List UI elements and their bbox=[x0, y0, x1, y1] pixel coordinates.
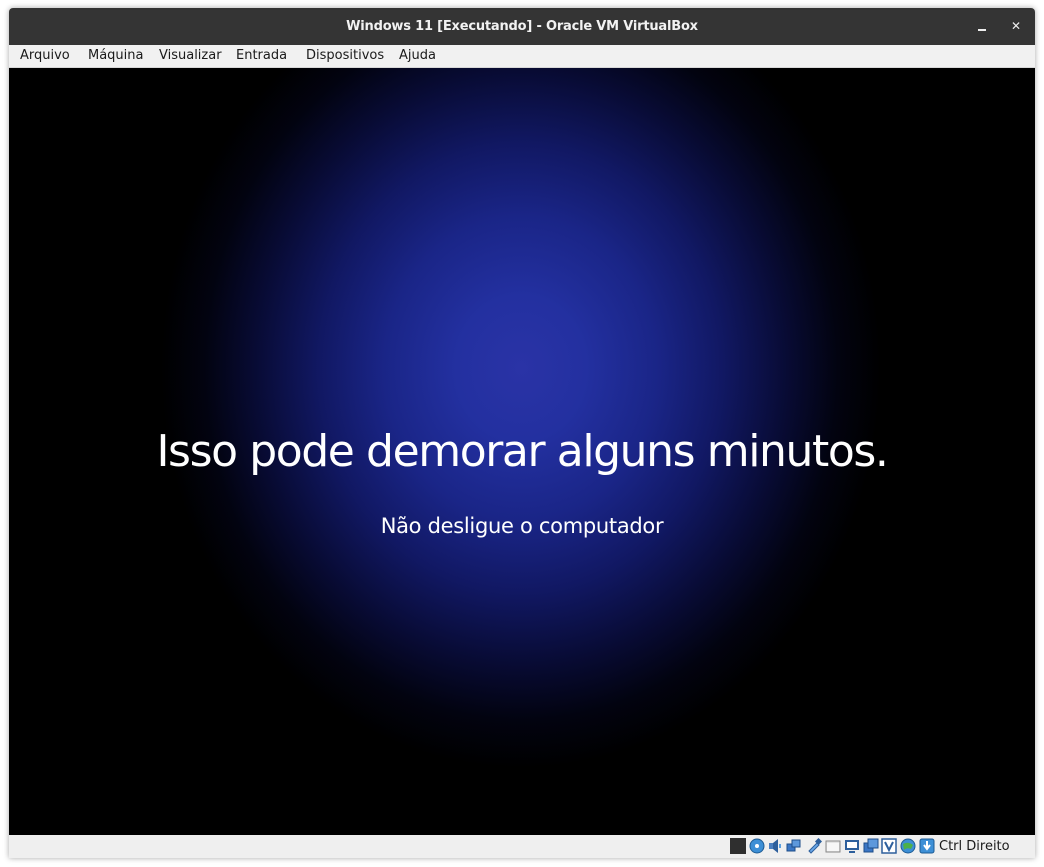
download-indicator-icon[interactable] bbox=[919, 838, 935, 854]
status-bar: Ctrl Direito bbox=[9, 835, 1035, 858]
menu-arquivo[interactable]: Arquivo bbox=[20, 45, 70, 67]
audio-icon[interactable] bbox=[767, 838, 783, 854]
close-button[interactable]: ✕ bbox=[1006, 16, 1026, 36]
minimize-button[interactable] bbox=[972, 16, 992, 36]
minimize-icon bbox=[978, 29, 986, 31]
menu-visualizar[interactable]: Visualizar bbox=[159, 45, 222, 67]
virtualbox-window: Windows 11 [Executando] - Oracle VM Virt… bbox=[9, 8, 1035, 858]
close-icon: ✕ bbox=[1010, 19, 1022, 33]
guest-display[interactable]: Isso pode demorar alguns minutos. Não de… bbox=[9, 68, 1035, 835]
display-icon[interactable] bbox=[844, 838, 860, 854]
virtualization-icon[interactable] bbox=[881, 838, 897, 854]
menu-entrada[interactable]: Entrada bbox=[236, 45, 287, 67]
menu-bar: Arquivo Máquina Visualizar Entrada Dispo… bbox=[9, 45, 1035, 68]
usb-icon[interactable] bbox=[806, 837, 823, 854]
title-bar[interactable]: Windows 11 [Executando] - Oracle VM Virt… bbox=[9, 8, 1035, 45]
host-key-label: Ctrl Direito bbox=[939, 839, 1010, 854]
mouse-integration-icon[interactable] bbox=[900, 838, 916, 854]
shared-folders-icon[interactable] bbox=[825, 838, 841, 854]
video-capture-icon[interactable] bbox=[863, 838, 879, 854]
menu-ajuda[interactable]: Ajuda bbox=[399, 45, 436, 67]
optical-drive-icon[interactable] bbox=[749, 838, 765, 854]
menu-dispositivos[interactable]: Dispositivos bbox=[306, 45, 384, 67]
setup-message: Isso pode demorar alguns minutos. bbox=[156, 426, 888, 477]
menu-maquina[interactable]: Máquina bbox=[88, 45, 144, 67]
setup-submessage: Não desligue o computador bbox=[380, 514, 664, 538]
network-icon[interactable] bbox=[786, 838, 802, 854]
capture-indicator-icon[interactable] bbox=[730, 838, 746, 854]
window-title: Windows 11 [Executando] - Oracle VM Virt… bbox=[346, 19, 698, 34]
